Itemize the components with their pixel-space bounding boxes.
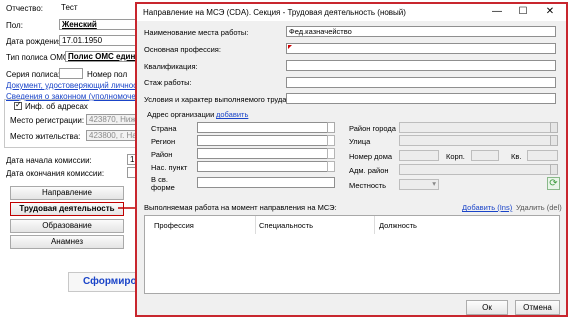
district-label: Район xyxy=(151,150,173,159)
dialog-title: Направление на МСЭ (CDA). Секция - Трудо… xyxy=(143,8,406,17)
sex-label: Пол: xyxy=(6,21,23,30)
qualification-input[interactable] xyxy=(286,60,556,71)
birthdate-label: Дата рождения: xyxy=(6,37,65,46)
building-label: Корп. xyxy=(446,152,465,161)
background-form: Отчество: Тест Пол: Женский Дата рождени… xyxy=(0,0,155,319)
patronymic-field[interactable]: Тест xyxy=(59,3,139,14)
country-input[interactable] xyxy=(197,122,335,133)
reg-place-field[interactable]: 423870, Ниж xyxy=(86,114,138,125)
workplace-label: Наименование места работы: xyxy=(144,28,249,37)
work-table[interactable]: Профессия Специальность Должность xyxy=(144,215,560,294)
birthdate-field[interactable]: 17.01.1950 xyxy=(59,35,139,46)
oms-type-field[interactable]: Полис ОМС единого xyxy=(65,51,139,62)
column-position[interactable]: Должность xyxy=(379,221,417,230)
district-input[interactable] xyxy=(197,148,335,159)
region-input[interactable] xyxy=(197,135,335,146)
locality-select[interactable]: ▾ xyxy=(399,179,439,190)
street-input[interactable] xyxy=(399,135,558,146)
city-district-input[interactable] xyxy=(399,122,558,133)
column-profession[interactable]: Профессия xyxy=(154,221,194,230)
add-work-link[interactable]: Добавить (Ins) xyxy=(462,203,512,212)
reg-place-label: Место регистрации: xyxy=(10,116,85,125)
cancel-button[interactable]: Отмена xyxy=(515,300,560,315)
org-address-header: Адрес организации xyxy=(147,110,215,119)
experience-input[interactable] xyxy=(286,77,556,88)
conditions-label: Условия и характер выполняемого труда: xyxy=(144,95,289,104)
nav-direction-button[interactable]: Направление xyxy=(10,186,124,200)
house-label: Номер дома xyxy=(349,152,393,161)
maximize-icon[interactable]: ☐ xyxy=(512,5,534,19)
workplace-input[interactable]: Фед.казначейство xyxy=(286,26,556,37)
commission-start-label: Дата начала комиссии: xyxy=(6,156,92,165)
region-label: Регион xyxy=(151,137,176,146)
delete-work-link[interactable]: Удалить (del) xyxy=(516,203,562,212)
house-input[interactable] xyxy=(399,150,439,161)
patronymic-label: Отчество: xyxy=(6,4,43,13)
chevron-down-icon: ▾ xyxy=(432,179,436,188)
street-select-button[interactable] xyxy=(550,135,558,146)
settlement-label: Нас. пункт xyxy=(151,163,188,172)
column-specialty[interactable]: Специальность xyxy=(259,221,313,230)
settlement-input[interactable] xyxy=(197,161,335,172)
address-check-label: Инф. об адресах xyxy=(25,102,88,111)
experience-label: Стаж работы: xyxy=(144,78,192,87)
form-button[interactable]: Сформиров xyxy=(68,272,138,292)
minimize-icon[interactable]: — xyxy=(486,5,508,19)
labor-dialog: Направление на МСЭ (CDA). Секция - Трудо… xyxy=(135,2,568,317)
commission-end-label: Дата окончания комиссии: xyxy=(6,169,105,178)
oms-type-label: Тип полиса ОМС: xyxy=(6,53,71,62)
required-marker xyxy=(288,45,292,49)
conditions-input[interactable] xyxy=(286,93,556,104)
country-select-button[interactable] xyxy=(327,122,335,133)
region-select-button[interactable] xyxy=(327,135,335,146)
dialog-titlebar[interactable]: Направление на МСЭ (CDA). Секция - Трудо… xyxy=(137,4,566,21)
apartment-input[interactable] xyxy=(527,150,558,161)
nav-education-button[interactable]: Образование xyxy=(10,219,124,233)
street-label: Улица xyxy=(349,137,371,146)
ok-button[interactable]: Ок xyxy=(466,300,508,315)
column-divider xyxy=(374,216,375,234)
refresh-icon[interactable]: ⟳ xyxy=(547,177,560,190)
policy-series-label: Серия полиса: xyxy=(6,70,61,79)
city-district-label: Район города xyxy=(349,124,396,133)
sex-field[interactable]: Женский xyxy=(59,19,139,30)
document-link[interactable]: Документ, удостоверяющий личность xyxy=(6,81,145,90)
main-profession-input[interactable] xyxy=(286,43,556,54)
nav-labor-button[interactable]: Трудовая деятельность xyxy=(10,202,124,216)
adm-district-input[interactable] xyxy=(399,164,558,175)
live-place-label: Место жительства: xyxy=(10,132,81,141)
policy-series-field[interactable] xyxy=(59,68,83,79)
building-input[interactable] xyxy=(471,150,499,161)
apartment-label: Кв. xyxy=(511,152,522,161)
column-divider xyxy=(255,216,256,234)
settlement-select-button[interactable] xyxy=(327,161,335,172)
country-label: Страна xyxy=(151,124,177,133)
nav-anamnesis-button[interactable]: Анамнез xyxy=(10,235,124,249)
live-place-field[interactable]: 423800, г. Наб xyxy=(86,130,138,141)
address-checkbox[interactable] xyxy=(14,100,22,110)
adm-district-label: Адм. район xyxy=(349,166,389,175)
adm-district-select-button[interactable] xyxy=(550,164,558,175)
district-select-button[interactable] xyxy=(327,148,335,159)
policy-number-label: Номер пол xyxy=(87,70,128,79)
in-form-label: В св. форме xyxy=(151,175,175,192)
locality-label: Местность xyxy=(349,181,387,190)
close-icon[interactable]: ✕ xyxy=(539,5,561,19)
qualification-label: Квалификация: xyxy=(144,62,198,71)
main-profession-label: Основная профессия: xyxy=(144,45,221,54)
work-section-header: Выполняемая работа на момент направления… xyxy=(144,203,337,212)
in-form-input[interactable] xyxy=(197,177,335,188)
city-district-select-button[interactable] xyxy=(550,122,558,133)
org-address-add-link[interactable]: добавить xyxy=(216,110,248,119)
